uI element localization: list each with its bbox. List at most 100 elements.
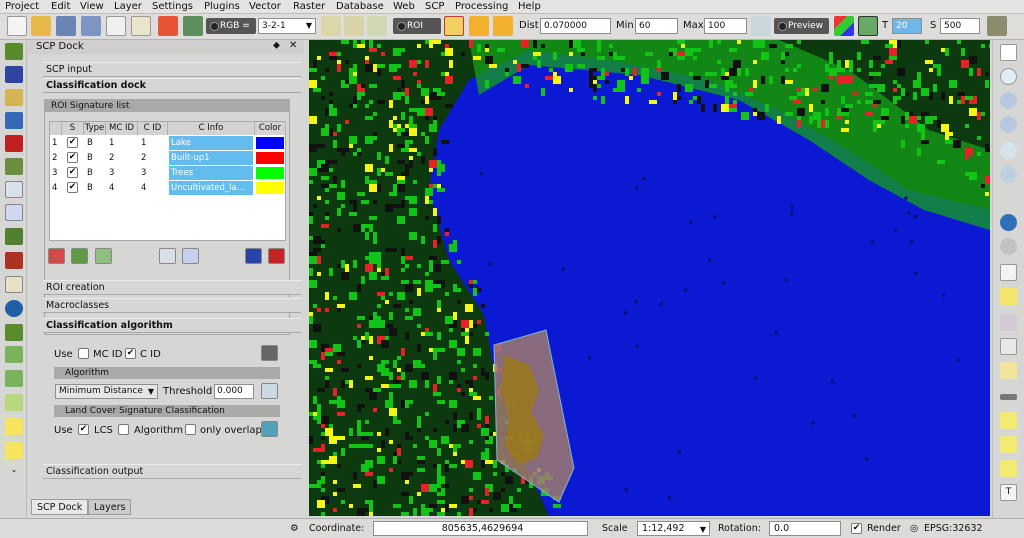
tab-scp-dock[interactable]: SCP Dock — [31, 499, 89, 515]
algorithm-preview-icon[interactable] — [858, 16, 878, 36]
identify-icon[interactable] — [1000, 214, 1017, 231]
zoom-preview-icon[interactable] — [751, 16, 771, 36]
col-header-color[interactable]: Color — [255, 122, 286, 135]
map-canvas[interactable] — [309, 40, 990, 516]
toolbar-expand-icon[interactable]: ⌄ — [5, 465, 23, 482]
preview-toggle-button[interactable]: Preview — [774, 18, 829, 34]
rgb-toggle-button[interactable]: RGB = — [206, 18, 256, 34]
report-icon[interactable] — [5, 394, 23, 411]
scatter-plot-icon[interactable] — [5, 204, 23, 221]
merge-signatures-icon[interactable] — [71, 248, 88, 264]
table-cell-c-id[interactable]: 2 — [139, 151, 167, 165]
add-to-spectral-plot-icon[interactable] — [159, 248, 176, 264]
render-checkbox[interactable]: ✔ — [851, 523, 862, 534]
toggle-extents-icon[interactable]: ⚙ — [290, 523, 299, 534]
tab-layers[interactable]: Layers — [88, 499, 132, 515]
spectral-plot-icon[interactable] — [5, 181, 23, 198]
table-cell-checked[interactable]: ✔ — [64, 151, 80, 165]
c-id-checkbox[interactable]: ✔ — [125, 348, 136, 359]
table-cell-num[interactable]: 1 — [50, 136, 62, 150]
save-project-icon[interactable] — [56, 16, 76, 36]
table-cell-type[interactable]: B — [85, 136, 105, 150]
calculate-signatures-icon[interactable] — [95, 248, 112, 264]
menu-scp[interactable]: SCP — [425, 1, 444, 13]
table-cell-c-info[interactable]: Trees — [169, 166, 253, 180]
menu-settings[interactable]: Settings — [152, 1, 193, 13]
layout-manager-icon[interactable] — [131, 16, 151, 36]
mc-id-checkbox[interactable] — [78, 348, 89, 359]
table-cell-type[interactable]: B — [85, 166, 105, 180]
table-cell-mc-id[interactable]: 4 — [107, 181, 137, 195]
add-roi-icon[interactable] — [469, 16, 489, 36]
accuracy-icon[interactable] — [5, 346, 23, 363]
deselect-icon[interactable] — [1000, 288, 1017, 305]
postprocessing-icon[interactable] — [5, 135, 23, 152]
map-tips-icon[interactable] — [1000, 412, 1017, 429]
user-manual-icon[interactable] — [5, 276, 23, 293]
float-dock-icon[interactable]: ⬥ — [273, 40, 280, 51]
menu-help[interactable]: Help — [518, 1, 541, 13]
dist-input[interactable]: 0.070000 — [540, 18, 611, 34]
table-cell-type[interactable]: B — [85, 151, 105, 165]
algorithm-checkbox[interactable] — [118, 424, 129, 435]
select-features-icon[interactable] — [1000, 264, 1017, 281]
menu-raster[interactable]: Raster — [293, 1, 325, 13]
zoom-out-icon[interactable] — [1000, 116, 1017, 133]
table-cell-c-info[interactable]: Lake — [169, 136, 253, 150]
table-cell-c-id[interactable]: 4 — [139, 181, 167, 195]
preprocessing-icon[interactable] — [5, 112, 23, 129]
menu-edit[interactable]: Edit — [51, 1, 70, 13]
actions-icon[interactable] — [1000, 238, 1017, 255]
table-cell-color[interactable] — [256, 152, 284, 164]
menu-view[interactable]: View — [80, 1, 104, 13]
algorithm-weight-icon[interactable] — [261, 383, 278, 399]
table-cell-color[interactable] — [256, 167, 284, 179]
section-macroclasses[interactable]: Macroclasses — [43, 298, 301, 313]
import-signatures-icon[interactable] — [245, 248, 262, 264]
download-icon[interactable] — [5, 66, 23, 83]
table-cell-type[interactable]: B — [85, 181, 105, 195]
band-calc-icon[interactable] — [5, 158, 23, 175]
lcs-threshold-icon[interactable] — [261, 421, 278, 437]
pan-icon[interactable] — [1000, 44, 1017, 61]
band-set-icon[interactable] — [5, 43, 23, 60]
row-select-checkbox[interactable]: ✔ — [67, 152, 78, 163]
only-overlap-checkbox[interactable] — [185, 424, 196, 435]
table-cell-c-id[interactable]: 1 — [139, 136, 167, 150]
col-header-s[interactable]: S — [62, 122, 84, 135]
settings-tools-icon[interactable] — [5, 252, 23, 269]
statistics-icon[interactable] — [1000, 362, 1017, 379]
classification-preview-icon[interactable] — [834, 16, 854, 36]
close-dock-icon[interactable]: ✕ — [289, 40, 297, 51]
menu-vector[interactable]: Vector — [249, 1, 281, 13]
section-classification-dock[interactable]: Classification dock — [43, 78, 301, 93]
add-vector-icon[interactable] — [5, 442, 23, 459]
delete-roi-icon[interactable] — [48, 248, 65, 264]
transparency-input[interactable]: 20 — [892, 18, 922, 34]
scp-tool-icon[interactable] — [158, 16, 178, 36]
menu-plugins[interactable]: Plugins — [204, 1, 240, 13]
menu-web[interactable]: Web — [393, 1, 415, 13]
table-cell-mc-id[interactable]: 2 — [107, 151, 137, 165]
menu-layer[interactable]: Layer — [114, 1, 142, 13]
col-header-c-id[interactable]: C ID — [138, 122, 168, 135]
section-classification-algorithm[interactable]: Classification algorithm — [43, 318, 301, 333]
row-select-checkbox[interactable]: ✔ — [67, 182, 78, 193]
menu-project[interactable]: Project — [5, 1, 39, 13]
signature-threshold-icon[interactable] — [261, 345, 278, 361]
threshold-input[interactable]: 0.000 — [214, 384, 254, 399]
text-annotation-icon[interactable]: T — [1000, 484, 1017, 501]
table-cell-color[interactable] — [256, 137, 284, 149]
save-as-icon[interactable] — [81, 16, 101, 36]
table-cell-color[interactable] — [256, 182, 284, 194]
table-cell-c-info[interactable]: Uncultivated_la... — [169, 181, 253, 195]
open-project-icon[interactable] — [31, 16, 51, 36]
table-cell-checked[interactable]: ✔ — [64, 181, 80, 195]
min-input[interactable]: 60 — [635, 18, 678, 34]
coordinate-field[interactable]: 805635,4629694 — [373, 521, 588, 536]
row-select-checkbox[interactable]: ✔ — [67, 137, 78, 148]
new-project-icon[interactable] — [7, 16, 27, 36]
menu-processing[interactable]: Processing — [455, 1, 508, 13]
add-to-scatter-plot-icon[interactable] — [182, 248, 199, 264]
scale-combo[interactable]: 1:12,492 ▼ — [637, 521, 710, 536]
